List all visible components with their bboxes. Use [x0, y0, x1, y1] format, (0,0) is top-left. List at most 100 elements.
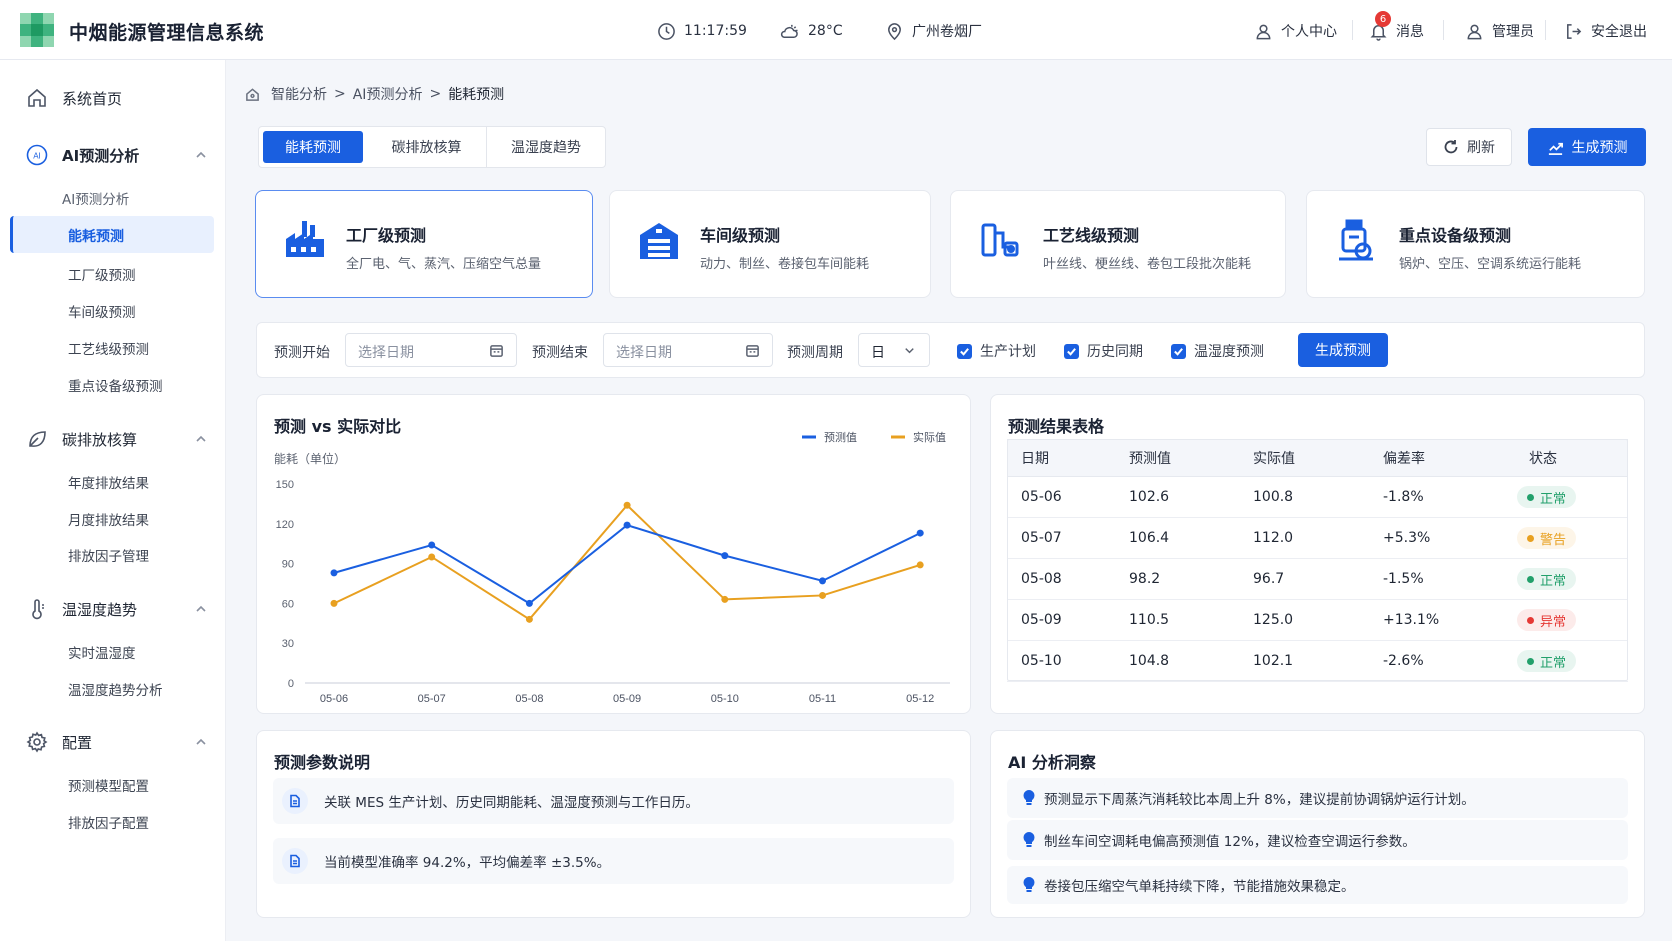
sidebar-item-emission-factor[interactable]: 排放因子管理	[68, 545, 149, 565]
status-text: 正常	[1540, 573, 1567, 589]
sidebar-group-carbon[interactable]: 碳排放核算	[0, 421, 226, 457]
checkbox-humidity-forecast[interactable]: 温湿度预测	[1171, 341, 1264, 361]
table-cell-status: 正常	[1507, 476, 1628, 518]
clock-time: 11:17:59	[684, 23, 747, 39]
cloud-sun-icon	[780, 24, 798, 38]
table-cell-pred: 104.8	[1129, 640, 1253, 682]
pipeline-icon	[981, 223, 1019, 257]
sidebar-item-workshop-forecast[interactable]: 车间级预测	[68, 301, 136, 321]
checkbox-label: 温湿度预测	[1194, 344, 1264, 360]
end-date-input[interactable]: 选择日期	[603, 333, 773, 367]
calendar-icon	[746, 345, 759, 357]
chart-panel: 预测 vs 实际对比	[256, 394, 971, 714]
table-cell-pred: 102.6	[1129, 476, 1253, 518]
insight-item: 制丝车间空调耗电偏高预测值 12%，建议检查空调运行参数。	[1007, 820, 1628, 860]
leaf-icon	[29, 431, 46, 447]
filter-generate-button[interactable]: 生成预测	[1298, 333, 1388, 367]
sidebar-item-equipment-forecast[interactable]: 重点设备级预测	[68, 375, 163, 395]
sidebar-group-ai[interactable]: AI AI预测分析	[0, 137, 226, 173]
weather: 28°C	[778, 20, 843, 42]
table-row: 05-06 102.6 100.8 -1.8% 正常	[1007, 476, 1628, 518]
sidebar-item-model-config[interactable]: 预测模型配置	[68, 775, 149, 795]
level-card-desc: 叶丝线、梗丝线、卷包工段批次能耗	[1043, 257, 1252, 272]
sidebar-item-factory-forecast[interactable]: 工厂级预测	[68, 264, 136, 284]
chart-title: 预测 vs 实际对比	[274, 417, 402, 436]
table-cell-date: 05-08	[1007, 558, 1129, 600]
status-text: 正常	[1540, 491, 1567, 507]
sidebar-group-humidity[interactable]: 温湿度趋势	[0, 591, 226, 627]
level-card-workshop[interactable]: 车间级预测 动力、制丝、卷接包车间能耗	[609, 190, 931, 298]
refresh-button[interactable]: 刷新	[1426, 128, 1512, 166]
tab-energy-forecast[interactable]: 能耗预测	[263, 131, 363, 163]
sidebar-item-home[interactable]: 系统首页	[0, 80, 226, 116]
user-menu[interactable]: 管理员	[1465, 20, 1534, 42]
sidebar-group-config[interactable]: 配置	[0, 724, 226, 760]
sidebar-subgroup-ai[interactable]: AI预测分析	[62, 188, 129, 208]
sidebar-item-line-forecast[interactable]: 工艺线级预测	[68, 338, 149, 358]
table-cell-date: 05-10	[1007, 640, 1129, 682]
table-cell-actual: 102.1	[1253, 640, 1383, 682]
sidebar-item-realtime-humidity[interactable]: 实时温湿度	[68, 642, 136, 662]
home-icon[interactable]	[245, 87, 260, 102]
tab-carbon-accounting[interactable]: 碳排放核算	[367, 127, 487, 167]
lightbulb-icon	[1023, 877, 1035, 892]
header-divider	[1352, 20, 1353, 40]
sidebar-item-annual-emission[interactable]: 年度排放结果	[68, 472, 149, 492]
breadcrumb-separator: >	[334, 86, 346, 102]
status-dot-icon	[1527, 534, 1534, 542]
personal-center-link[interactable]: 个人中心	[1254, 20, 1337, 42]
chevron-up-icon	[196, 738, 206, 745]
status-badge: 正常	[1517, 650, 1577, 672]
top-header: 中烟能源管理信息系统 11:17:59 28°C 广州卷烟厂 个人中心 消息 6…	[0, 0, 1672, 60]
lightbulb-icon	[1023, 790, 1035, 805]
status-dot-icon	[1527, 493, 1534, 501]
table-cell-status: 正常	[1507, 558, 1628, 600]
level-card-process-line[interactable]: 工艺线级预测 叶丝线、梗丝线、卷包工段批次能耗	[950, 190, 1286, 298]
checkbox-label: 生产计划	[980, 344, 1036, 360]
sidebar-group-label: 碳排放核算	[62, 430, 138, 449]
table-cell-actual: 100.8	[1253, 476, 1383, 518]
table-cell-date: 05-09	[1007, 599, 1129, 641]
period-label: 预测周期	[787, 345, 843, 361]
tab-humidity-trend[interactable]: 温湿度趋势	[487, 127, 605, 167]
generate-forecast-button[interactable]: 生成预测	[1528, 128, 1646, 166]
insight-text: 预测显示下周蒸汽消耗较比本周上升 8%，建议提前协调锅炉运行计划。	[1044, 792, 1475, 808]
svg-text:AI: AI	[33, 152, 41, 161]
sidebar-group-label: AI预测分析	[62, 146, 140, 165]
logo-icon	[20, 13, 54, 47]
table-cell-dev: -2.6%	[1383, 640, 1507, 682]
end-date-placeholder: 选择日期	[616, 345, 672, 361]
table-cell-dev: +13.1%	[1383, 599, 1507, 641]
breadcrumb-item[interactable]: AI预测分析	[353, 84, 423, 104]
messages-label: 消息	[1396, 24, 1424, 40]
level-card-title: 工艺线级预测	[1043, 226, 1140, 245]
column-header: 实际值	[1253, 439, 1383, 477]
sidebar-item-energy-forecast[interactable]: 能耗预测	[68, 226, 124, 246]
level-card-title: 工厂级预测	[346, 226, 427, 245]
status-text: 正常	[1540, 655, 1567, 671]
period-select[interactable]: 日	[858, 333, 930, 367]
logout-link[interactable]: 安全退出	[1564, 20, 1647, 42]
level-card-key-equipment[interactable]: 重点设备级预测 锅炉、空压、空调系统运行能耗	[1306, 190, 1645, 298]
table-cell-pred: 110.5	[1129, 599, 1253, 641]
sidebar-item-monthly-emission[interactable]: 月度排放结果	[68, 509, 149, 529]
checkbox-production-plan[interactable]: 生产计划	[957, 341, 1036, 361]
level-card-factory[interactable]: 工厂级预测 全厂电、气、蒸汽、压缩空气总量	[255, 190, 593, 298]
sidebar-item-humidity-trend[interactable]: 温湿度趋势分析	[68, 679, 163, 699]
checkbox-history-period[interactable]: 历史同期	[1064, 341, 1143, 361]
user-name: 管理员	[1492, 24, 1534, 40]
sidebar-item-factor-config[interactable]: 排放因子配置	[68, 812, 149, 832]
status-dot-icon	[1527, 575, 1534, 583]
checkbox-label: 历史同期	[1087, 344, 1143, 360]
insight-title: AI 分析洞察	[1008, 753, 1096, 772]
level-card-title: 重点设备级预测	[1399, 226, 1512, 245]
breadcrumb-item[interactable]: 智能分析	[271, 84, 327, 104]
insight-text: 制丝车间空调耗电偏高预测值 12%，建议检查空调运行参数。	[1044, 834, 1416, 850]
home-icon	[28, 88, 46, 107]
start-date-input[interactable]: 选择日期	[345, 333, 517, 367]
status-badge: 正常	[1517, 568, 1577, 590]
table-cell-dev: -1.5%	[1383, 558, 1507, 600]
table-title: 预测结果表格	[1008, 417, 1105, 436]
chevron-down-icon	[905, 348, 914, 354]
params-title: 预测参数说明	[274, 753, 371, 772]
